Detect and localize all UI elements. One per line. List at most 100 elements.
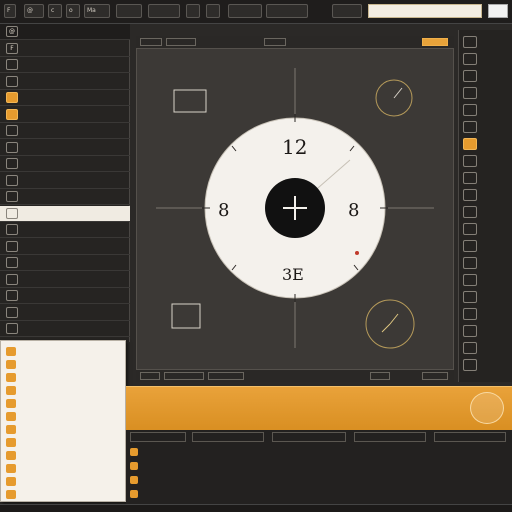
canvas-foot-tab-5[interactable] — [422, 372, 448, 380]
right-panel-item[interactable] — [459, 323, 512, 339]
context-menu-item[interactable] — [1, 462, 125, 475]
toolbar-button-9[interactable] — [228, 4, 262, 18]
right-panel-item[interactable] — [459, 255, 512, 271]
sidebar-item[interactable] — [0, 74, 130, 90]
right-panel-item[interactable] — [459, 85, 512, 101]
canvas-foot-tab-4[interactable] — [370, 372, 390, 380]
table-header-cell[interactable] — [130, 432, 186, 442]
toolbar-button-6[interactable] — [148, 4, 180, 18]
right-panel-item[interactable] — [459, 272, 512, 288]
canvas-foot-tab-3[interactable] — [208, 372, 244, 380]
sidebar-item[interactable] — [0, 222, 130, 238]
sidebar-item[interactable] — [0, 140, 130, 156]
right-panel-item[interactable] — [459, 170, 512, 186]
sidebar-item[interactable]: @ — [0, 24, 130, 40]
context-menu-item[interactable] — [1, 371, 125, 384]
right-panel-item[interactable] — [459, 119, 512, 135]
right-panel-item[interactable] — [459, 340, 512, 356]
sidebar-item[interactable] — [0, 305, 130, 321]
right-panel-item[interactable] — [459, 187, 512, 203]
right-panel-item[interactable] — [459, 238, 512, 254]
context-menu-item[interactable] — [1, 449, 125, 462]
sidebar-item[interactable] — [0, 288, 130, 304]
table-cell[interactable] — [274, 490, 332, 498]
table-cell[interactable] — [194, 476, 250, 484]
right-panel-item[interactable] — [459, 102, 512, 118]
context-menu-item[interactable] — [1, 384, 125, 397]
table-cell[interactable] — [194, 448, 250, 456]
banner-badge-icon[interactable] — [470, 392, 504, 424]
right-panel-item[interactable] — [459, 204, 512, 220]
canvas-tab-3[interactable] — [264, 38, 286, 46]
toolbar-button-5[interactable] — [116, 4, 142, 18]
canvas-tab-2[interactable] — [166, 38, 196, 46]
sidebar-item[interactable] — [0, 107, 130, 123]
app-menu-button[interactable]: F — [4, 4, 16, 18]
table-header-cell[interactable] — [192, 432, 264, 442]
context-menu-item[interactable] — [1, 397, 125, 410]
search-input[interactable] — [368, 4, 482, 18]
table-cell[interactable] — [144, 462, 184, 470]
toolbar-button-10[interactable] — [266, 4, 308, 18]
table-cell[interactable] — [274, 462, 332, 470]
right-panel-item[interactable] — [459, 221, 512, 237]
context-menu-item[interactable] — [1, 410, 125, 423]
table-header-cell[interactable] — [354, 432, 426, 442]
sidebar-item[interactable] — [0, 123, 130, 139]
table-cell[interactable] — [144, 476, 184, 484]
context-menu-item[interactable] — [1, 436, 125, 449]
toolbar-button-2[interactable]: c — [48, 4, 62, 18]
right-panel-item[interactable] — [459, 289, 512, 305]
context-menu-item[interactable] — [1, 358, 125, 371]
table-cell[interactable] — [436, 476, 492, 484]
table-cell[interactable] — [144, 490, 184, 498]
right-panel-item[interactable] — [459, 153, 512, 169]
table-cell[interactable] — [274, 448, 332, 456]
sidebar-item[interactable] — [0, 239, 130, 255]
right-panel-item[interactable] — [459, 357, 512, 373]
context-menu-item[interactable] — [1, 475, 125, 488]
sidebar-item[interactable] — [0, 173, 130, 189]
table-cell[interactable] — [144, 448, 184, 456]
window-close-button[interactable] — [488, 4, 508, 18]
right-panel-item[interactable] — [459, 68, 512, 84]
toolbar-button-4[interactable]: Ma — [84, 4, 110, 18]
toolbar-button-11[interactable] — [332, 4, 362, 18]
canvas-foot-tab-2[interactable] — [164, 372, 204, 380]
table-header-cell[interactable] — [434, 432, 506, 442]
table-cell[interactable] — [194, 462, 250, 470]
table-cell[interactable] — [356, 476, 412, 484]
sidebar-item[interactable] — [0, 57, 130, 73]
canvas-tab-1[interactable] — [140, 38, 162, 46]
table-cell[interactable] — [436, 462, 492, 470]
context-menu-item[interactable] — [1, 488, 125, 501]
dial-graphic[interactable]: 12 8 8 3E — [136, 48, 454, 370]
sidebar-item[interactable] — [0, 90, 130, 106]
right-panel-item[interactable] — [459, 34, 512, 50]
sidebar-item[interactable] — [0, 321, 130, 337]
sidebar-item[interactable] — [0, 255, 130, 271]
table-cell[interactable] — [356, 490, 412, 498]
right-panel-item[interactable] — [459, 51, 512, 67]
table-cell[interactable] — [356, 462, 412, 470]
table-cell[interactable] — [274, 476, 332, 484]
right-panel-item[interactable] — [459, 306, 512, 322]
table-cell[interactable] — [436, 448, 492, 456]
toolbar-button-8[interactable] — [206, 4, 220, 18]
canvas-foot-tab-1[interactable] — [140, 372, 160, 380]
sidebar-item[interactable] — [0, 189, 130, 205]
table-cell[interactable] — [356, 448, 412, 456]
context-menu-item[interactable] — [1, 423, 125, 436]
right-panel-item[interactable] — [459, 136, 512, 152]
toolbar-button-1[interactable]: @ — [24, 4, 44, 18]
canvas-tab-4[interactable] — [422, 38, 448, 46]
sidebar-item[interactable] — [0, 156, 130, 172]
sidebar-item[interactable]: F — [0, 41, 130, 57]
table-cell[interactable] — [194, 490, 250, 498]
toolbar-button-7[interactable] — [186, 4, 200, 18]
table-header-cell[interactable] — [272, 432, 346, 442]
toolbar-button-3[interactable]: o — [66, 4, 80, 18]
table-cell[interactable] — [436, 490, 492, 498]
notification-banner[interactable] — [126, 386, 512, 430]
context-menu-item[interactable] — [1, 345, 125, 358]
